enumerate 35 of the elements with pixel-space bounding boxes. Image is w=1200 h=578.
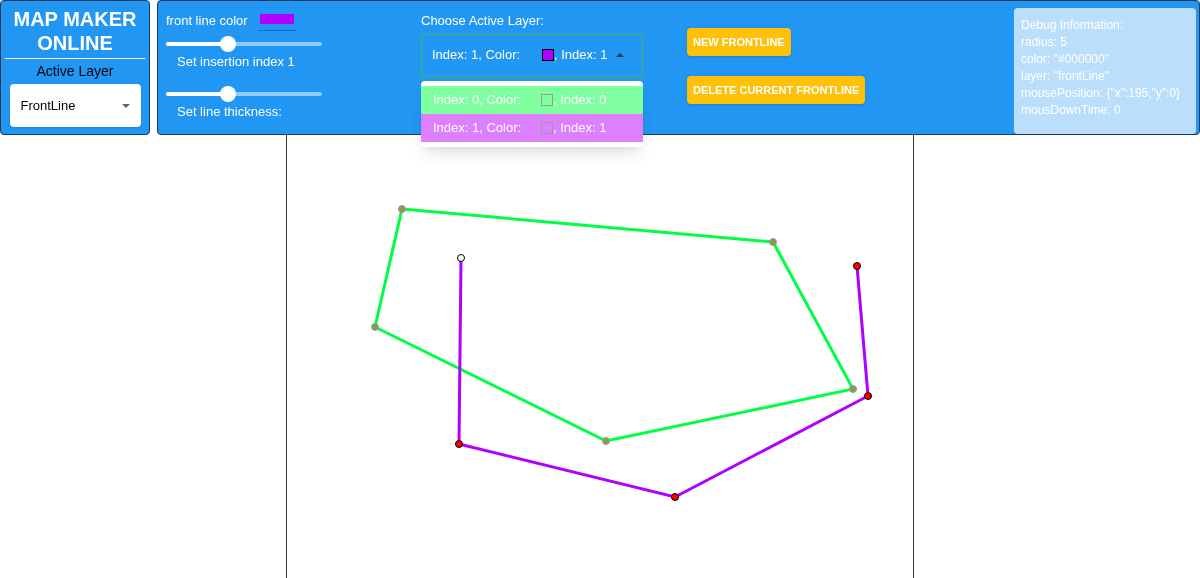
vertex-marker[interactable] bbox=[853, 262, 861, 270]
vertex-marker[interactable] bbox=[398, 205, 406, 213]
layer-select[interactable]: FrontLine bbox=[9, 84, 141, 127]
vertex-marker[interactable] bbox=[671, 493, 679, 501]
active-layer-heading: Active Layer bbox=[36, 62, 114, 81]
menu-item[interactable]: Index: 0, Color: , Index: 0 bbox=[421, 86, 643, 114]
vertex-marker[interactable] bbox=[371, 323, 379, 331]
color-swatch bbox=[541, 122, 553, 134]
vertex-marker[interactable] bbox=[602, 437, 610, 445]
active-layer-label: Choose Active Layer: bbox=[421, 12, 545, 30]
slider[interactable] bbox=[166, 84, 322, 104]
color-picker[interactable] bbox=[257, 11, 296, 31]
debug-line: mousDownTime: 0 bbox=[1021, 102, 1122, 119]
caret-icon bbox=[616, 53, 625, 57]
vertex-marker[interactable] bbox=[849, 385, 857, 393]
menu-item[interactable]: Index: 1, Color: , Index: 1 bbox=[421, 114, 643, 142]
vertex-marker[interactable] bbox=[864, 392, 872, 400]
action-button[interactable]: NEW FRONTLINE bbox=[687, 28, 791, 56]
debug-line: color: "#000000" bbox=[1021, 51, 1110, 68]
color-label: front line color bbox=[166, 12, 248, 31]
color-swatch bbox=[541, 94, 553, 106]
debug-line: radius: 5 bbox=[1021, 34, 1069, 51]
active-layer-select[interactable]: Index: 1, Color: , Index: 1 bbox=[421, 33, 643, 77]
slider-label: Set insertion index 1 bbox=[176, 54, 296, 70]
vertex-marker[interactable] bbox=[455, 440, 463, 448]
vertex-marker[interactable] bbox=[457, 254, 465, 262]
action-button[interactable]: DELETE CURRENT FRONTLINE bbox=[687, 76, 866, 104]
slider[interactable] bbox=[166, 34, 322, 54]
caret-icon bbox=[121, 103, 130, 108]
slider-label: Set line thickness: bbox=[176, 104, 283, 120]
vertex-marker[interactable] bbox=[769, 238, 777, 246]
debug-line: layer: "frontLine" bbox=[1021, 68, 1110, 85]
debug-line: mousePosition: {"x":195,"y":0} bbox=[1021, 85, 1182, 102]
debug-title: Debug Information: bbox=[1021, 17, 1125, 34]
app-title: MAP MAKER ONLINE bbox=[5, 7, 145, 59]
